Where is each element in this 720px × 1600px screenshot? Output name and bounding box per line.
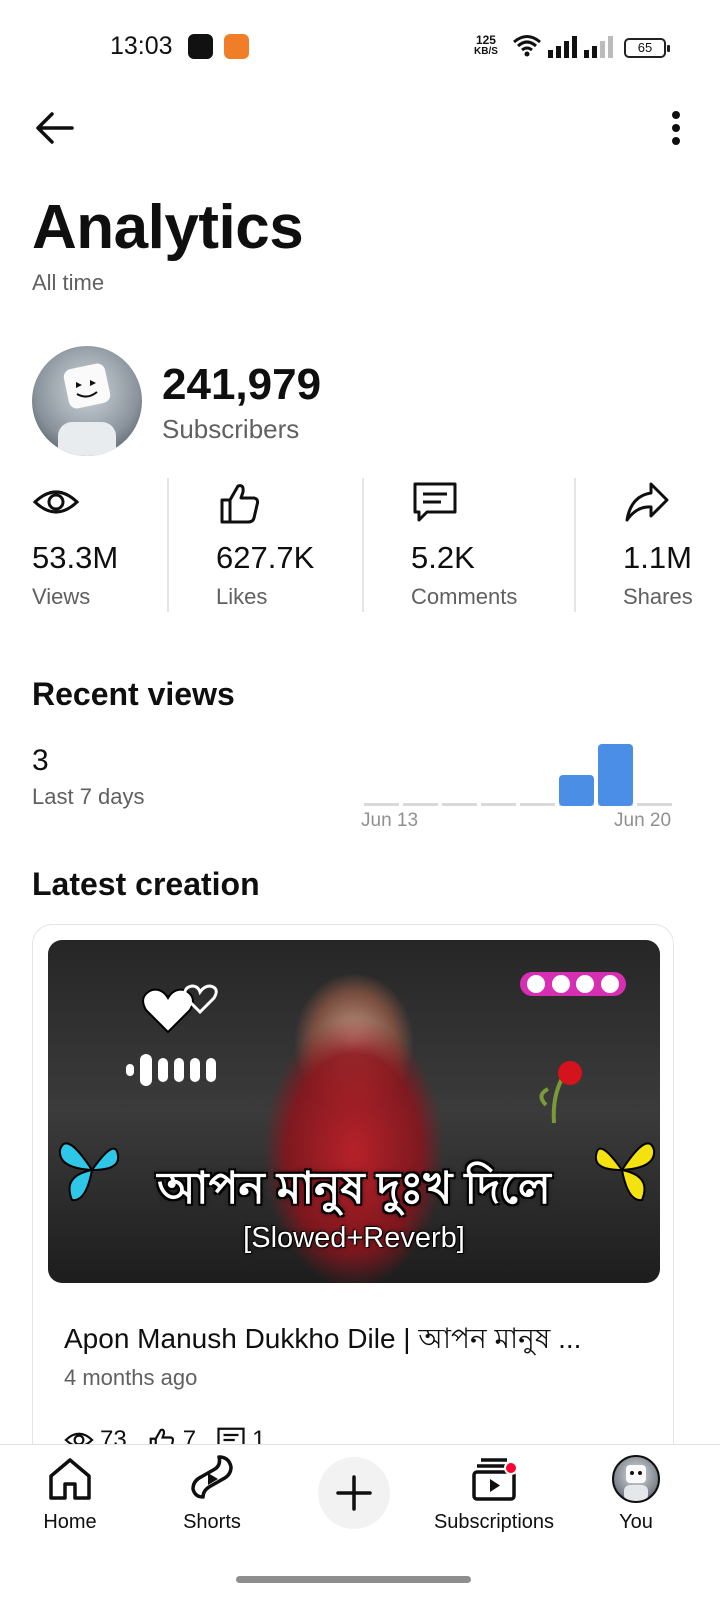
channel-avatar[interactable] <box>32 346 142 456</box>
divider <box>574 478 576 612</box>
thumbs-up-icon <box>220 484 260 524</box>
battery-icon: 65 <box>624 38 670 58</box>
stat-label: Views <box>32 584 91 609</box>
status-bar: 13:03 125 KB/S 65 <box>0 0 720 96</box>
nav-shorts[interactable]: Shorts <box>142 1453 282 1534</box>
audio-wave-icon <box>126 1054 216 1086</box>
signal-icon <box>548 36 577 58</box>
stat-label: Comments <box>411 584 518 609</box>
gesture-navigation-bar[interactable] <box>236 1576 471 1583</box>
network-speed-value: 125 <box>475 33 496 47</box>
video-title: Apon Manush Dukkho Dile | আপন মানুষ ... <box>64 1323 582 1354</box>
hearts-icon <box>142 984 218 1034</box>
marshmello-avatar-icon <box>58 363 116 456</box>
nav-shorts-label: Shorts <box>183 1511 241 1533</box>
app-notification-icon <box>224 34 249 59</box>
recent-views-count: 3 <box>32 744 49 777</box>
latest-creation-card[interactable]: আপন মানুষ দুঃখ দিলে [Slowed+Reverb] Apon… <box>32 924 674 1484</box>
stat-label: Likes <box>216 584 268 609</box>
nav-home[interactable]: Home <box>0 1453 140 1534</box>
back-button[interactable] <box>30 104 78 152</box>
create-button[interactable] <box>318 1457 390 1529</box>
comment-icon <box>413 482 457 522</box>
subscribers-count: 241,979 <box>162 360 322 409</box>
chart-bar <box>559 775 594 806</box>
chart-tick-end: Jun 20 <box>614 810 672 831</box>
nav-subscriptions[interactable]: Subscriptions <box>424 1453 564 1534</box>
more-options-button[interactable] <box>652 104 700 152</box>
divider <box>167 478 169 612</box>
rose-icon <box>539 1061 582 1124</box>
recent-views-chart <box>364 744 672 806</box>
arrow-left-icon <box>36 112 74 144</box>
chart-tick-start: Jun 13 <box>361 810 419 831</box>
nav-home-label: Home <box>43 1511 97 1533</box>
network-speed-unit: KB/S <box>474 46 498 57</box>
video-age: 4 months ago <box>64 1365 198 1390</box>
page-title: Analytics <box>32 193 304 262</box>
home-icon <box>49 1458 91 1500</box>
network-speed: 125 KB/S <box>474 34 498 58</box>
plus-icon <box>336 1475 372 1511</box>
notification-dot <box>504 1461 518 1475</box>
chart-bar <box>598 744 633 806</box>
recent-views-period: Last 7 days <box>32 784 145 809</box>
chart-baseline <box>403 803 438 806</box>
chart-baseline <box>520 803 555 806</box>
chart-baseline <box>637 803 672 806</box>
recent-views-title: Recent views <box>32 676 235 712</box>
divider <box>362 478 364 612</box>
stat-value: 1.1M <box>623 540 692 575</box>
shorts-icon <box>191 1455 233 1499</box>
status-time: 13:03 <box>110 32 173 60</box>
eye-icon <box>32 490 80 514</box>
latest-creation-title: Latest creation <box>32 866 260 902</box>
marshmello-avatar-icon <box>624 1465 648 1501</box>
nav-subscriptions-label: Subscriptions <box>433 1511 555 1533</box>
share-icon <box>625 482 669 522</box>
you-avatar <box>612 1455 660 1503</box>
app-notification-icon <box>188 34 213 59</box>
stat-value: 5.2K <box>411 540 475 575</box>
stat-value: 53.3M <box>32 540 119 575</box>
stat-label: Shares <box>623 584 693 609</box>
subscribers-label: Subscribers <box>162 414 300 444</box>
thumbnail-subtitle: [Slowed+Reverb] <box>243 1222 465 1254</box>
more-vert-icon <box>672 111 680 145</box>
chart-baseline <box>442 803 477 806</box>
chart-baseline <box>481 803 516 806</box>
signal-icon <box>584 36 613 58</box>
wifi-icon <box>513 35 541 57</box>
nav-you-label: You <box>619 1511 653 1533</box>
social-icons <box>520 972 626 996</box>
page-subtitle: All time <box>32 270 105 295</box>
video-thumbnail[interactable]: আপন মানুষ দুঃখ দিলে [Slowed+Reverb] <box>48 940 660 1283</box>
thumbnail-title: আপন মানুষ দুঃখ দিলে <box>157 1164 551 1213</box>
stat-value: 627.7K <box>216 540 315 575</box>
nav-you[interactable]: You <box>566 1453 706 1534</box>
chart-baseline <box>364 803 399 806</box>
